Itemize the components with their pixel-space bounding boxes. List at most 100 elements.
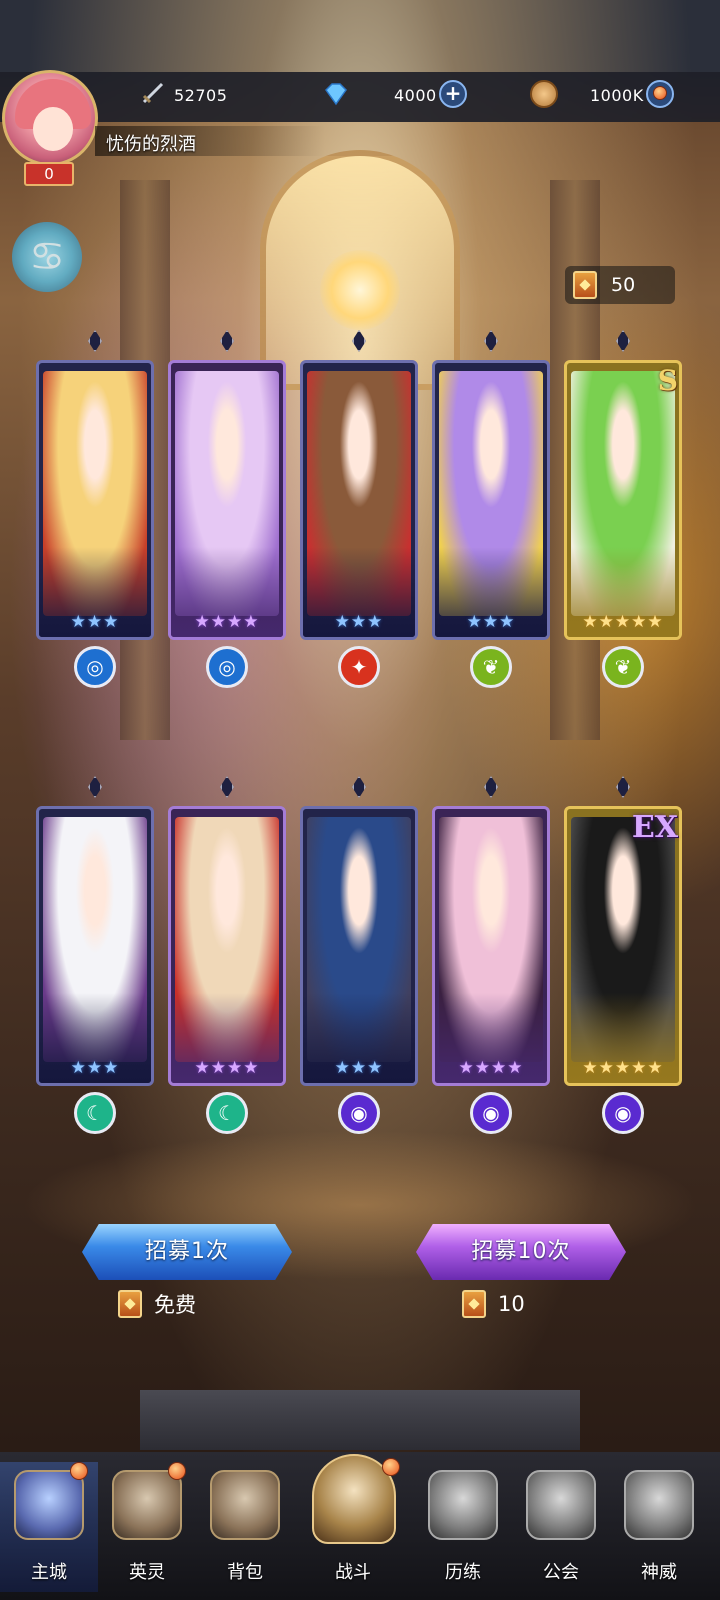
recruit-once-cost-text: 免费 — [154, 1293, 196, 1317]
wind-element-icon: ☾ — [206, 1092, 248, 1134]
nav-label: 神威 — [641, 1562, 677, 1583]
nav-label: 公会 — [543, 1562, 579, 1583]
star-rating: ★★★★ — [194, 1058, 260, 1078]
recruit-ten-cost-text: 10 — [498, 1292, 525, 1316]
coin-icon — [530, 80, 558, 108]
avatar-face — [33, 107, 73, 151]
card-top-gem — [352, 776, 366, 798]
card-frame — [564, 360, 682, 640]
water-element-icon: ◎ — [74, 646, 116, 688]
recruit-ticket-counter: 50 — [565, 266, 675, 304]
star-rating: ★★★ — [70, 1058, 120, 1078]
gold-value: 1000K — [590, 85, 644, 105]
guild-shield-icon — [526, 1470, 596, 1540]
nav-label: 主城 — [31, 1562, 67, 1583]
nav-label: 战斗 — [335, 1562, 371, 1583]
castle-icon — [14, 1470, 84, 1540]
player-level-badge: 0 — [24, 162, 74, 186]
hero-card[interactable]: EX ★★★★★ ◉ — [564, 776, 682, 1134]
star-rating: ★★★ — [334, 1058, 384, 1078]
card-frame — [300, 360, 418, 640]
nav-label: 背包 — [227, 1562, 263, 1583]
nav-main-city[interactable]: 主城 — [0, 1462, 98, 1592]
hero-card[interactable]: ★★★★ ☾ — [168, 776, 286, 1134]
notification-dot — [382, 1458, 400, 1476]
recruit-once-cost: 免费 — [118, 1286, 196, 1322]
recruit-ten-button[interactable]: 招募10次 — [416, 1224, 626, 1280]
recruit-scroll-icon — [573, 271, 597, 299]
dark-element-icon: ◉ — [470, 1092, 512, 1134]
diamond-value: 4000 — [394, 85, 437, 105]
recruit-ten-cost: 10 — [462, 1286, 525, 1322]
rank-badge: EX — [631, 810, 678, 845]
sword-icon — [142, 82, 164, 104]
card-top-gem — [484, 776, 498, 798]
card-top-gem — [616, 776, 630, 798]
hero-card[interactable]: ★★★★ ◉ — [432, 776, 550, 1134]
dark-element-icon: ◉ — [602, 1092, 644, 1134]
card-frame — [168, 806, 286, 1086]
card-frame — [36, 806, 154, 1086]
water-element-icon: ◎ — [206, 646, 248, 688]
hero-card[interactable]: S ★★★★★ ❦ — [564, 330, 682, 688]
nav-battle[interactable]: 战斗 — [304, 1454, 402, 1592]
power-value: 52705 — [174, 85, 228, 105]
zodiac-cancer-icon[interactable]: ♋ — [12, 222, 82, 292]
card-frame — [36, 360, 154, 640]
card-frame — [168, 360, 286, 640]
nav-backpack[interactable]: 背包 — [196, 1462, 294, 1592]
hero-card[interactable]: ★★★ ❦ — [432, 330, 550, 688]
star-rating: ★★★ — [466, 612, 516, 632]
star-rating: ★★★★★ — [582, 612, 664, 632]
notification-dot — [653, 86, 667, 100]
nav-training[interactable]: 历练 — [414, 1462, 512, 1592]
nav-guild[interactable]: 公会 — [512, 1462, 610, 1592]
rank-badge: S — [657, 364, 678, 397]
add-diamonds-button[interactable]: + — [439, 80, 467, 108]
notification-dot — [70, 1462, 88, 1480]
card-frame — [432, 806, 550, 1086]
nav-label: 英灵 — [129, 1562, 165, 1583]
card-top-gem — [352, 330, 366, 352]
card-top-gem — [220, 330, 234, 352]
ticket-count: 50 — [611, 274, 636, 296]
card-top-gem — [88, 776, 102, 798]
recruit-scroll-icon — [118, 1290, 142, 1318]
star-rating: ★★★ — [334, 612, 384, 632]
card-frame — [564, 806, 682, 1086]
card-frame — [432, 360, 550, 640]
notification-dot — [168, 1462, 186, 1480]
star-rating: ★★★ — [70, 612, 120, 632]
hero-card[interactable]: ★★★ ✦ — [300, 330, 418, 688]
nav-label: 历练 — [445, 1562, 481, 1583]
hero-card[interactable]: ★★★ ◉ — [300, 776, 418, 1134]
star-rating: ★★★★ — [458, 1058, 524, 1078]
star-rating: ★★★★★ — [582, 1058, 664, 1078]
card-top-gem — [220, 776, 234, 798]
nature-element-icon: ❦ — [470, 646, 512, 688]
nature-element-icon: ❦ — [602, 646, 644, 688]
diamond-icon — [325, 83, 347, 106]
sun-emblem — [320, 250, 400, 330]
recruit-once-button[interactable]: 招募1次 — [82, 1224, 292, 1280]
divine-crystal-icon — [624, 1470, 694, 1540]
hero-card[interactable]: ★★★ ☾ — [36, 776, 154, 1134]
stairs — [140, 1390, 580, 1450]
card-top-gem — [484, 330, 498, 352]
nav-divine[interactable]: 神威 — [610, 1462, 708, 1592]
wind-element-icon: ☾ — [74, 1092, 116, 1134]
card-top-gem — [616, 330, 630, 352]
dark-element-icon: ◉ — [338, 1092, 380, 1134]
player-name: 忧伤的烈酒 — [106, 134, 196, 155]
recruit-scroll-icon — [462, 1290, 486, 1318]
fire-element-icon: ✦ — [338, 646, 380, 688]
nav-heroes[interactable]: 英灵 — [98, 1462, 196, 1592]
card-top-gem — [88, 330, 102, 352]
player-avatar[interactable] — [2, 70, 98, 166]
backpack-icon — [210, 1470, 280, 1540]
gold-exchange-button[interactable] — [646, 80, 674, 108]
training-crest-icon — [428, 1470, 498, 1540]
star-rating: ★★★★ — [194, 612, 260, 632]
hero-card[interactable]: ★★★ ◎ — [36, 330, 154, 688]
hero-card[interactable]: ★★★★ ◎ — [168, 330, 286, 688]
